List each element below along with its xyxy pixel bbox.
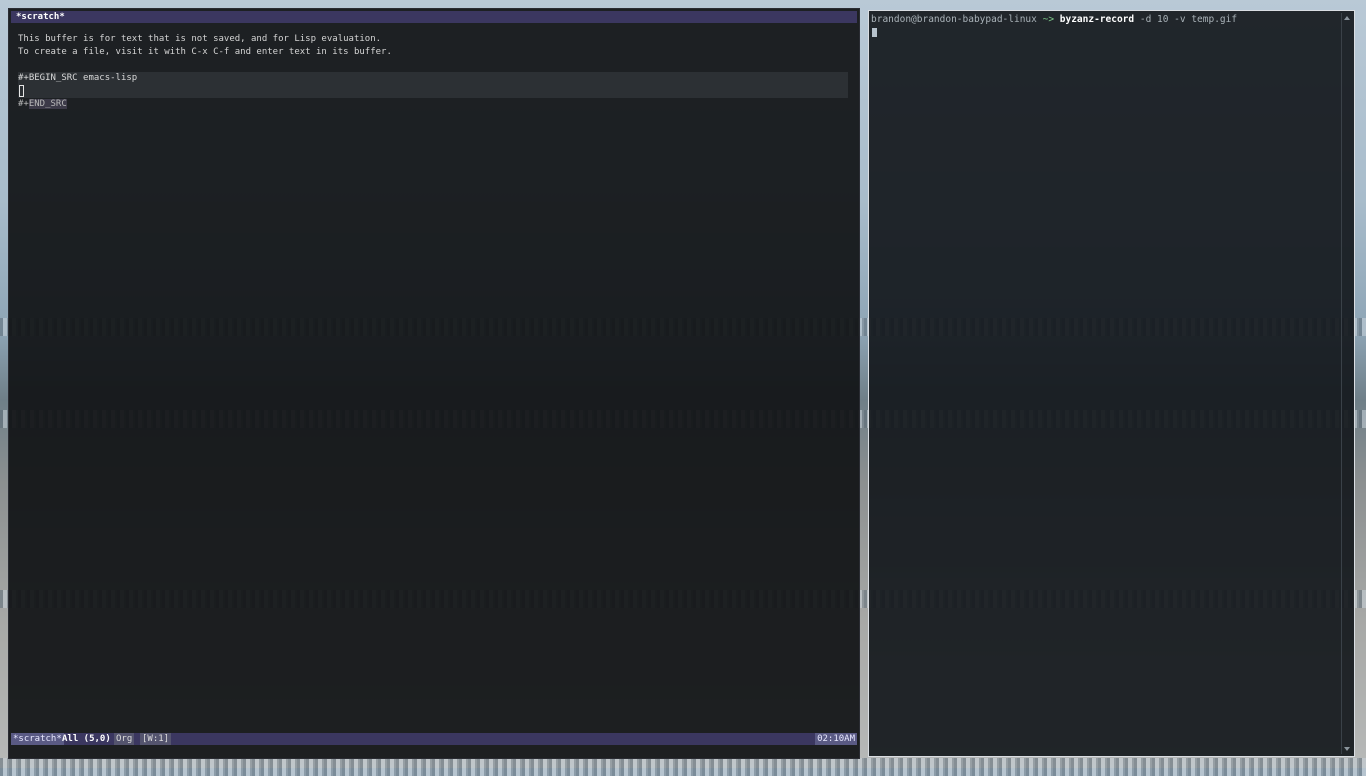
src-end-line: #+END_SRC [18, 98, 850, 111]
emacs-mode-line: *scratch* All (5,0) Org [W:1] 02:10AM [11, 733, 857, 745]
buffer-line-2: To create a file, visit it with C-x C-f … [18, 47, 392, 57]
modeline-clock: 02:10AM [815, 733, 857, 745]
src-end-keyword: END_SRC [28, 99, 67, 109]
emacs-buffer-text[interactable]: This buffer is for text that is not save… [18, 33, 850, 111]
modeline-position: All (5,0) [62, 734, 111, 744]
terminal-cursor [872, 28, 877, 37]
modeline-window-number: [W:1] [140, 733, 172, 745]
emacs-buffer-title: *scratch* [11, 11, 857, 23]
scroll-down-icon[interactable] [1344, 747, 1350, 751]
emacs-window[interactable]: *scratch* This buffer is for text that i… [9, 9, 859, 758]
text-cursor [19, 85, 24, 97]
buffer-blank-line [18, 59, 850, 72]
src-end-prefix: #+ [18, 99, 29, 109]
terminal-window[interactable]: brandon@brandon-babypad-linux ~> byzanz-… [868, 10, 1355, 757]
shell-prompt: brandon@brandon-babypad-linux [871, 14, 1037, 25]
terminal-scrollbar[interactable] [1341, 13, 1352, 754]
buffer-line-1: This buffer is for text that is not save… [18, 34, 382, 44]
wallpaper-texture [0, 758, 1366, 776]
src-cursor-line[interactable] [18, 85, 848, 98]
scroll-up-icon[interactable] [1344, 16, 1350, 20]
shell-command: byzanz-record [1059, 14, 1135, 25]
terminal-command-line: brandon@brandon-babypad-linux ~> byzanz-… [871, 13, 1237, 26]
modeline-buffer-name[interactable]: *scratch* [11, 733, 64, 745]
shell-command-args: -d 10 -v temp.gif [1134, 14, 1238, 25]
src-begin-line: #+BEGIN_SRC emacs-lisp [18, 72, 848, 85]
prompt-arrow: ~> [1036, 14, 1060, 25]
modeline-major-mode[interactable]: Org [114, 733, 135, 745]
